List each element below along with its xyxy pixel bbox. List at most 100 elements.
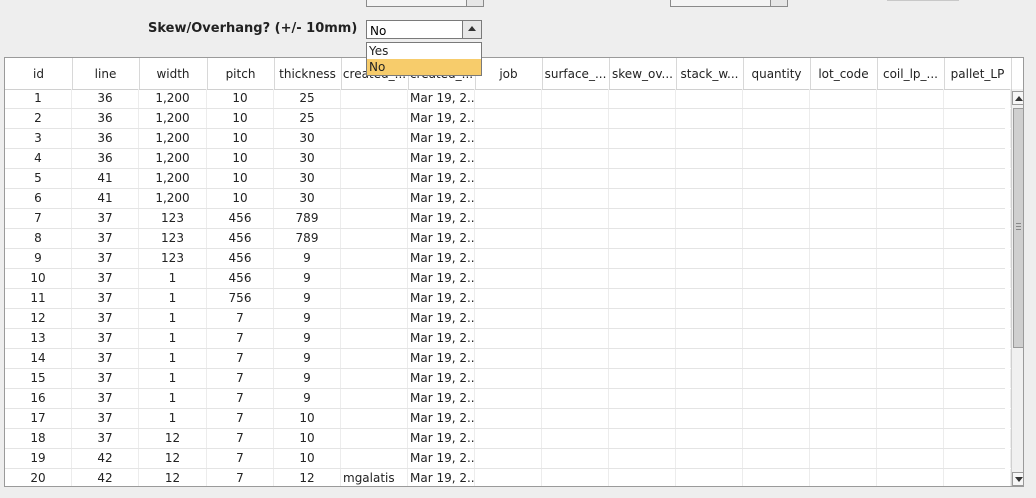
table-cell[interactable]	[609, 329, 676, 348]
table-cell[interactable]: 30	[274, 129, 341, 148]
table-cell[interactable]: Mar 19, 2...	[408, 189, 475, 208]
table-cell[interactable]	[810, 389, 877, 408]
table-cell[interactable]	[810, 129, 877, 148]
table-cell[interactable]: 456	[207, 229, 274, 248]
table-cell[interactable]	[341, 109, 408, 128]
table-cell[interactable]	[810, 409, 877, 428]
table-cell[interactable]: 37	[72, 309, 139, 328]
table-cell[interactable]	[944, 109, 1011, 128]
table-cell[interactable]	[609, 389, 676, 408]
table-cell[interactable]	[877, 349, 944, 368]
table-cell[interactable]	[542, 289, 609, 308]
table-cell[interactable]: 1	[139, 409, 207, 428]
table-cell[interactable]: Mar 19, 2...	[408, 209, 475, 228]
table-cell[interactable]	[475, 109, 542, 128]
table-cell[interactable]	[475, 469, 542, 486]
table-cell[interactable]	[810, 149, 877, 168]
table-cell[interactable]: 1	[139, 349, 207, 368]
table-cell[interactable]	[676, 469, 743, 486]
table-cell[interactable]	[609, 289, 676, 308]
table-cell[interactable]	[743, 349, 810, 368]
table-cell[interactable]	[743, 269, 810, 288]
table-cell[interactable]	[341, 89, 408, 108]
table-cell[interactable]	[810, 89, 877, 108]
table-cell[interactable]	[676, 189, 743, 208]
table-cell[interactable]: 10	[207, 189, 274, 208]
table-cell[interactable]	[475, 309, 542, 328]
table-cell[interactable]	[810, 269, 877, 288]
table-cell[interactable]	[676, 229, 743, 248]
table-cell[interactable]: 20	[5, 469, 72, 486]
table-cell[interactable]: 37	[72, 429, 139, 448]
table-row[interactable]: 1 36 1,200 10 25 Mar 19, 2...	[5, 89, 1011, 109]
table-cell[interactable]: 42	[72, 469, 139, 486]
table-cell[interactable]	[676, 429, 743, 448]
table-cell[interactable]	[609, 349, 676, 368]
table-row[interactable]: 15 37 1 7 9 Mar 19, 2...	[5, 369, 1011, 389]
column-header[interactable]: skew_ov...	[609, 58, 677, 89]
table-cell[interactable]	[609, 429, 676, 448]
table-cell[interactable]: 10	[207, 169, 274, 188]
table-cell[interactable]	[542, 409, 609, 428]
table-cell[interactable]	[676, 369, 743, 388]
table-cell[interactable]: Mar 19, 2...	[408, 389, 475, 408]
table-cell[interactable]	[676, 349, 743, 368]
table-cell[interactable]: 1,200	[139, 89, 207, 108]
table-cell[interactable]: 123	[139, 209, 207, 228]
table-cell[interactable]	[341, 429, 408, 448]
table-cell[interactable]	[944, 189, 1011, 208]
table-cell[interactable]	[341, 169, 408, 188]
table-cell[interactable]	[944, 229, 1011, 248]
table-cell[interactable]: 12	[274, 469, 341, 486]
table-cell[interactable]: 789	[274, 229, 341, 248]
table-cell[interactable]	[877, 169, 944, 188]
dropdown-option-yes[interactable]: Yes	[367, 43, 481, 59]
table-cell[interactable]	[341, 349, 408, 368]
table-cell[interactable]	[676, 269, 743, 288]
table-cell[interactable]	[341, 249, 408, 268]
table-cell[interactable]	[810, 349, 877, 368]
table-cell[interactable]: 7	[207, 449, 274, 468]
table-cell[interactable]	[944, 429, 1011, 448]
table-cell[interactable]	[676, 409, 743, 428]
column-header[interactable]: pallet_LP	[944, 58, 1012, 89]
table-cell[interactable]	[877, 329, 944, 348]
table-row[interactable]: 2 36 1,200 10 25 Mar 19, 2...	[5, 109, 1011, 129]
table-cell[interactable]	[542, 149, 609, 168]
table-cell[interactable]: 2	[5, 109, 72, 128]
table-cell[interactable]: 1,200	[139, 129, 207, 148]
table-cell[interactable]	[542, 429, 609, 448]
table-cell[interactable]: 36	[72, 109, 139, 128]
table-cell[interactable]: Mar 19, 2...	[408, 349, 475, 368]
table-row[interactable]: 7 37 123 456 789 Mar 19, 2...	[5, 209, 1011, 229]
column-header[interactable]: line	[72, 58, 140, 89]
table-cell[interactable]	[609, 309, 676, 328]
table-cell[interactable]: 1	[139, 389, 207, 408]
table-cell[interactable]	[944, 469, 1011, 486]
table-cell[interactable]	[542, 129, 609, 148]
table-cell[interactable]: 12	[139, 469, 207, 486]
table-cell[interactable]	[676, 209, 743, 228]
table-cell[interactable]	[743, 149, 810, 168]
column-header[interactable]: coil_lp_...	[877, 58, 945, 89]
table-cell[interactable]: Mar 19, 2...	[408, 429, 475, 448]
table-cell[interactable]	[810, 289, 877, 308]
table-cell[interactable]	[944, 449, 1011, 468]
column-header[interactable]: thickness	[274, 58, 342, 89]
scrollbar-thumb[interactable]	[1013, 108, 1023, 348]
table-row[interactable]: 16 37 1 7 9 Mar 19, 2...	[5, 389, 1011, 409]
table-cell[interactable]	[542, 249, 609, 268]
table-cell[interactable]: 10	[207, 129, 274, 148]
table-cell[interactable]	[609, 469, 676, 486]
table-cell[interactable]	[743, 209, 810, 228]
table-cell[interactable]	[944, 209, 1011, 228]
table-cell[interactable]	[743, 309, 810, 328]
table-cell[interactable]: 6	[5, 189, 72, 208]
table-cell[interactable]: 123	[139, 229, 207, 248]
table-cell[interactable]: 37	[72, 229, 139, 248]
column-header[interactable]: pitch	[207, 58, 275, 89]
table-cell[interactable]	[944, 269, 1011, 288]
table-cell[interactable]	[877, 429, 944, 448]
table-row[interactable]: 5 41 1,200 10 30 Mar 19, 2...	[5, 169, 1011, 189]
table-cell[interactable]: 37	[72, 329, 139, 348]
